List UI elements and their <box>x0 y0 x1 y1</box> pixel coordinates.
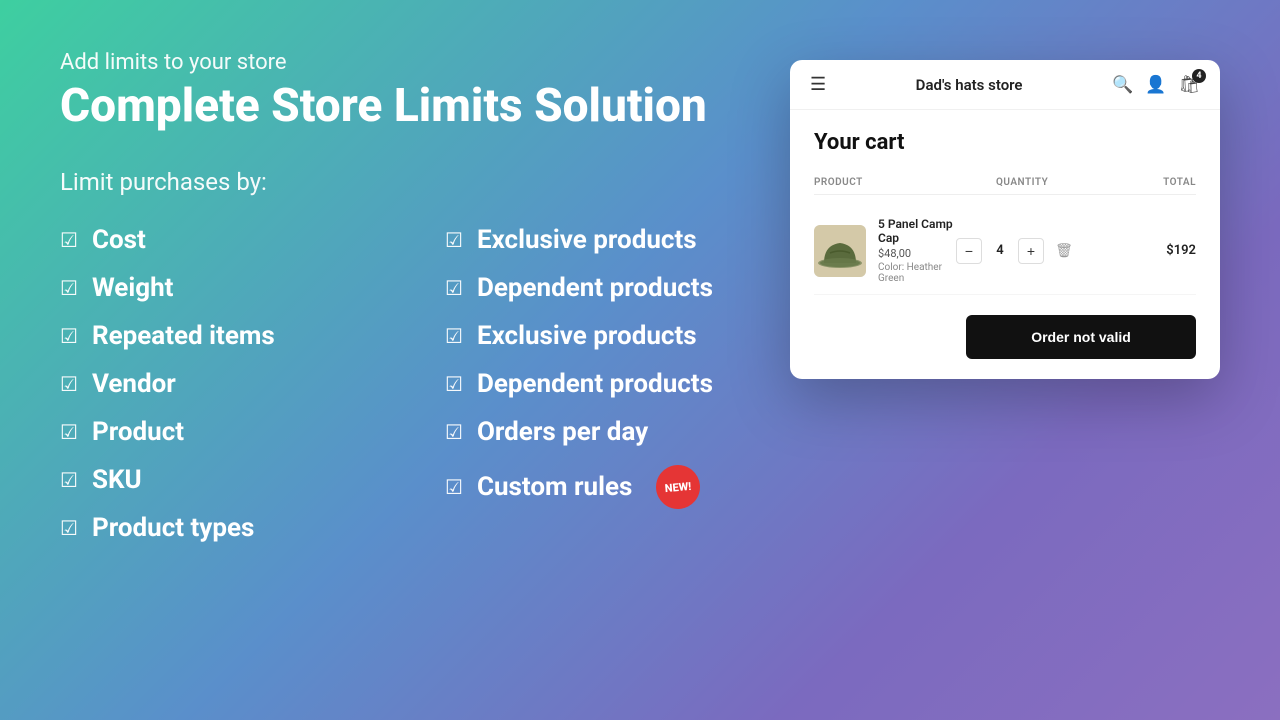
check-icon-exclusive-2: ☑ <box>445 324 463 348</box>
feature-label-product-types: Product types <box>92 513 254 543</box>
store-body: Your cart PRODUCT QUANTITY TOTAL <box>790 110 1220 379</box>
feature-label-orders: Orders per day <box>477 417 648 447</box>
feature-label-exclusive-2: Exclusive products <box>477 321 697 351</box>
main-title: Complete Store Limits Solution <box>60 81 790 132</box>
quantity-control: − 4 + 🗑 <box>956 238 1116 264</box>
cart-icon-container[interactable]: 🛍 4 <box>1178 75 1200 95</box>
main-container: Add limits to your store Complete Store … <box>0 0 1280 720</box>
product-price: $48,00 <box>878 247 956 260</box>
right-features-column: ☑ Exclusive products ☑ Dependent product… <box>445 216 790 552</box>
cart-item-total: $192 <box>1116 243 1196 258</box>
col-quantity: QUANTITY <box>996 177 1116 188</box>
qty-decrease-button[interactable]: − <box>956 238 982 264</box>
check-icon-custom: ☑ <box>445 475 463 499</box>
feature-label-cost: Cost <box>92 225 146 255</box>
product-variant: Color: Heather Green <box>878 262 956 284</box>
feature-label-custom: Custom rules <box>477 472 632 502</box>
feature-label-weight: Weight <box>92 273 174 303</box>
product-info: 5 Panel Camp Cap $48,00 Color: Heather G… <box>878 217 956 284</box>
cart-product: 5 Panel Camp Cap $48,00 Color: Heather G… <box>814 217 956 284</box>
store-card: ☰ Dad's hats store 🔍 👤 🛍 4 Your cart PRO… <box>790 60 1220 379</box>
qty-delete-button[interactable]: 🗑 <box>1052 239 1076 263</box>
subtitle: Add limits to your store <box>60 50 790 75</box>
feature-cost: ☑ Cost <box>60 216 405 264</box>
store-name: Dad's hats store <box>826 76 1112 94</box>
store-header: ☰ Dad's hats store 🔍 👤 🛍 4 <box>790 60 1220 110</box>
check-icon-dependent-2: ☑ <box>445 372 463 396</box>
check-icon-cost: ☑ <box>60 228 78 252</box>
cart-count-badge: 4 <box>1192 69 1206 83</box>
feature-label-dependent-2: Dependent products <box>477 369 713 399</box>
feature-label-vendor: Vendor <box>92 369 176 399</box>
feature-label-dependent-1: Dependent products <box>477 273 713 303</box>
left-features-column: ☑ Cost ☑ Weight ☑ Repeated items ☑ Vendo… <box>60 216 405 552</box>
feature-product: ☑ Product <box>60 408 405 456</box>
feature-dependent-1: ☑ Dependent products <box>445 264 790 312</box>
feature-weight: ☑ Weight <box>60 264 405 312</box>
qty-increase-button[interactable]: + <box>1018 238 1044 264</box>
section-label: Limit purchases by: <box>60 168 790 196</box>
feature-label-sku: SKU <box>92 465 142 495</box>
check-icon-product-types: ☑ <box>60 516 78 540</box>
feature-custom-rules: ☑ Custom rules NEW! <box>445 456 790 518</box>
search-icon[interactable]: 🔍 <box>1112 75 1133 95</box>
product-name: 5 Panel Camp Cap <box>878 217 956 245</box>
check-icon-vendor: ☑ <box>60 372 78 396</box>
feature-dependent-2: ☑ Dependent products <box>445 360 790 408</box>
store-header-icons: 🔍 👤 🛍 4 <box>1112 75 1200 95</box>
left-content: Add limits to your store Complete Store … <box>60 50 790 552</box>
feature-label-exclusive-1: Exclusive products <box>477 225 697 255</box>
user-icon[interactable]: 👤 <box>1145 75 1166 95</box>
feature-product-types: ☑ Product types <box>60 504 405 552</box>
check-icon-exclusive-1: ☑ <box>445 228 463 252</box>
store-widget: ☰ Dad's hats store 🔍 👤 🛍 4 Your cart PRO… <box>790 60 1220 379</box>
check-icon-repeated: ☑ <box>60 324 78 348</box>
cart-item: 5 Panel Camp Cap $48,00 Color: Heather G… <box>814 207 1196 295</box>
col-product: PRODUCT <box>814 177 996 188</box>
check-icon-orders: ☑ <box>445 420 463 444</box>
feature-exclusive-products-1: ☑ Exclusive products <box>445 216 790 264</box>
feature-orders-per-day: ☑ Orders per day <box>445 408 790 456</box>
qty-value: 4 <box>990 243 1010 258</box>
feature-vendor: ☑ Vendor <box>60 360 405 408</box>
col-total: TOTAL <box>1116 177 1196 188</box>
feature-label-product: Product <box>92 417 184 447</box>
check-icon-product: ☑ <box>60 420 78 444</box>
feature-repeated: ☑ Repeated items <box>60 312 405 360</box>
cart-table-header: PRODUCT QUANTITY TOTAL <box>814 171 1196 195</box>
hamburger-icon[interactable]: ☰ <box>810 74 826 95</box>
new-badge: NEW! <box>655 463 703 511</box>
product-image <box>814 225 866 277</box>
feature-label-repeated: Repeated items <box>92 321 275 351</box>
hat-svg <box>814 225 866 277</box>
check-icon-sku: ☑ <box>60 468 78 492</box>
features-grid: ☑ Cost ☑ Weight ☑ Repeated items ☑ Vendo… <box>60 216 790 552</box>
check-icon-weight: ☑ <box>60 276 78 300</box>
check-icon-dependent-1: ☑ <box>445 276 463 300</box>
cart-title: Your cart <box>814 130 1196 155</box>
order-invalid-button[interactable]: Order not valid <box>966 315 1196 359</box>
cart-footer: Order not valid <box>814 315 1196 359</box>
feature-exclusive-products-2: ☑ Exclusive products <box>445 312 790 360</box>
feature-sku: ☑ SKU <box>60 456 405 504</box>
